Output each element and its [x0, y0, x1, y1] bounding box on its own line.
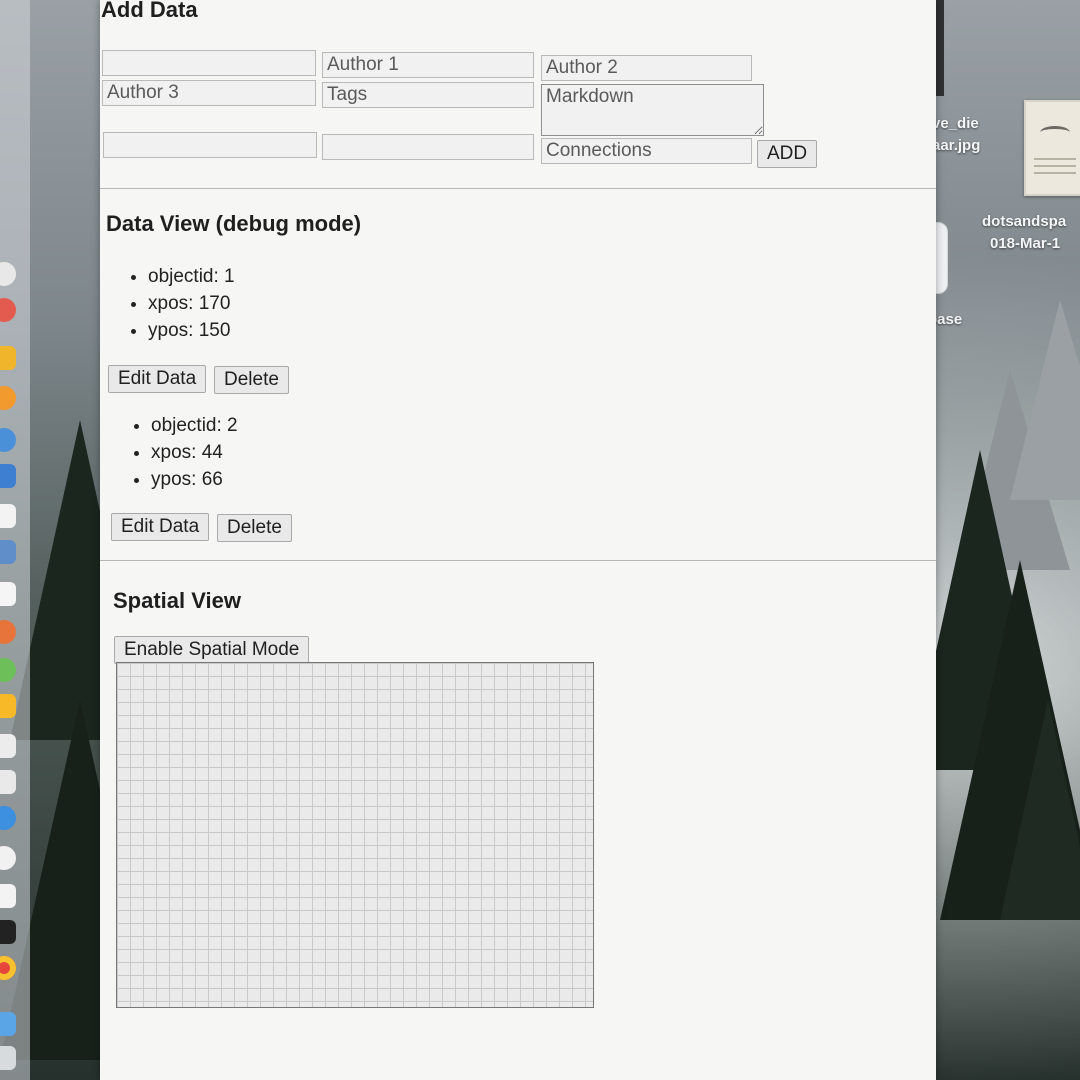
app-icon[interactable] — [0, 658, 16, 682]
section-divider — [100, 188, 936, 189]
text-field[interactable] — [102, 50, 316, 76]
app-icon[interactable] — [0, 464, 16, 488]
desktop-file-label[interactable]: 018-Mar-1 — [990, 234, 1060, 254]
add-button[interactable]: ADD — [757, 140, 817, 168]
record-properties: objectid: 1 xpos: 170 ypos: 150 — [100, 263, 235, 344]
data-view-heading: Data View (debug mode) — [106, 211, 362, 236]
app-store-icon[interactable] — [0, 806, 16, 830]
trash-icon[interactable] — [0, 1046, 16, 1070]
xpos-value: xpos: 170 — [148, 290, 235, 317]
app-icon[interactable] — [0, 262, 16, 286]
spatial-view-heading: Spatial View — [113, 588, 241, 613]
markdown-textarea[interactable] — [541, 84, 764, 136]
app-icon[interactable] — [0, 298, 16, 322]
app-icon[interactable] — [0, 386, 16, 410]
app-icon[interactable] — [0, 620, 16, 644]
connections-field[interactable] — [541, 138, 752, 164]
xpos-value: xpos: 44 — [151, 439, 238, 466]
chrome-icon[interactable] — [0, 956, 16, 980]
music-icon[interactable] — [0, 846, 16, 870]
author-1-field[interactable] — [322, 52, 534, 78]
book-cover-text — [1034, 158, 1076, 179]
ypos-value: ypos: 150 — [148, 317, 235, 344]
sketch-icon[interactable] — [0, 694, 16, 718]
spatial-grid-canvas[interactable] — [116, 662, 594, 1008]
section-divider — [100, 560, 936, 561]
desktop-file-thumbnail[interactable] — [1024, 100, 1080, 196]
enable-spatial-mode-button[interactable]: Enable Spatial Mode — [114, 636, 310, 664]
app-icon[interactable] — [0, 540, 16, 564]
browser-window: Add Data ADD Data View (debug mode) obje… — [100, 0, 936, 1080]
app-icon[interactable] — [0, 428, 16, 452]
charts-icon[interactable] — [0, 770, 16, 794]
tags-field[interactable] — [322, 82, 534, 108]
app-icon[interactable] — [0, 734, 16, 758]
record-properties: objectid: 2 xpos: 44 ypos: 66 — [103, 412, 238, 493]
desktop-file-label[interactable]: ve_die — [932, 114, 979, 134]
edit-data-button[interactable]: Edit Data — [108, 365, 207, 393]
bird-icon — [1040, 126, 1070, 139]
author-2-field[interactable] — [541, 55, 752, 81]
notes-icon[interactable] — [0, 582, 16, 606]
objectid-value: objectid: 2 — [151, 412, 238, 439]
edit-data-button[interactable]: Edit Data — [111, 513, 210, 541]
text-field[interactable] — [322, 134, 534, 160]
ypos-value: ypos: 66 — [151, 466, 238, 493]
mail-icon[interactable] — [0, 504, 16, 528]
app-icon[interactable] — [0, 884, 16, 908]
delete-button[interactable]: Delete — [217, 514, 292, 542]
delete-button[interactable]: Delete — [214, 366, 289, 394]
pine-tree — [1000, 700, 1080, 920]
objectid-value: objectid: 1 — [148, 263, 235, 290]
add-data-heading: Add Data — [101, 0, 198, 22]
text-field[interactable] — [103, 132, 317, 158]
folder-icon[interactable] — [0, 1012, 16, 1036]
app-icon[interactable] — [0, 346, 16, 370]
desktop-file-label[interactable]: aar.jpg — [932, 136, 980, 156]
dock — [0, 0, 30, 1080]
desktop-file-label[interactable]: dotsandspa — [982, 212, 1066, 232]
author-3-field[interactable] — [102, 80, 316, 106]
terminal-icon[interactable] — [0, 920, 16, 944]
